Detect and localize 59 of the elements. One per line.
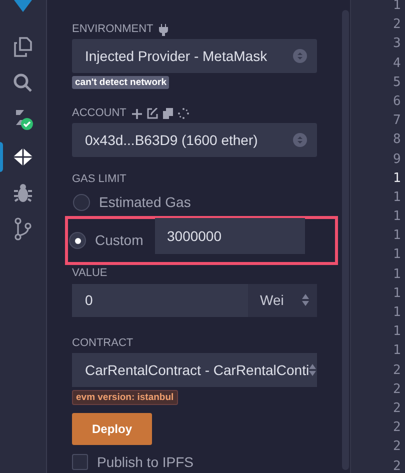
line-number: 2 [393, 420, 401, 436]
line-number: 2 [393, 362, 401, 378]
bug-icon[interactable] [12, 182, 34, 204]
dropdown[interactable]: Injected Provider - MetaMask [72, 39, 317, 73]
line-number: 3 [393, 36, 401, 52]
dropdown-caret-icon [293, 49, 307, 64]
dropdown[interactable]: 0x43d...B63D9 (1600 ether) [72, 123, 317, 157]
line-number: 1 [393, 305, 401, 320]
plug-icon [159, 24, 168, 36]
checkbox-label: Publish to IPFS [97, 452, 194, 472]
field-label: ENVIRONMENT [72, 24, 154, 36]
line-number: 2 [393, 458, 401, 473]
deploy-icon[interactable] [12, 147, 34, 167]
line-number: 2 [393, 439, 401, 454]
line-number: 2 [393, 382, 401, 397]
dropdown[interactable]: CarRentalContract - CarRentalConti [72, 353, 317, 387]
field-label: GAS LIMIT [72, 174, 126, 185]
sort-caret-icon [309, 364, 316, 376]
value-input[interactable]: 0 [72, 284, 248, 318]
line-number: 1 [393, 190, 401, 205]
line-number: 2 [393, 17, 401, 32]
line-number: 1 [393, 170, 401, 186]
radio-button[interactable] [69, 232, 86, 250]
radio-button[interactable] [73, 194, 90, 212]
diamond-logo-icon[interactable] [12, 0, 34, 14]
radio-label: Custom [95, 231, 144, 250]
spinner-icon[interactable] [178, 108, 190, 120]
checkbox[interactable] [72, 454, 88, 470]
dropdown-caret-icon [293, 133, 307, 147]
edit-icon[interactable] [147, 108, 158, 120]
status-badge: evm version: istanbul [72, 390, 178, 405]
sort-caret-icon [302, 294, 309, 306]
field-label: VALUE [72, 268, 108, 280]
unit-dropdown[interactable]: Wei [248, 284, 317, 318]
line-number: 1 [393, 266, 401, 282]
field-label: ACCOUNT [72, 108, 126, 120]
line-number: 5 [393, 74, 401, 90]
line-number: 7 [393, 113, 401, 128]
branch-icon[interactable] [12, 217, 34, 241]
line-number: 1 [393, 209, 401, 224]
line-number: 9 [393, 152, 401, 166]
gas-limit-input[interactable]: 3000000 [155, 218, 305, 254]
radio-label: Estimated Gas [99, 193, 191, 212]
line-number: 6 [393, 94, 401, 109]
line-number: 4 [393, 56, 401, 71]
field-label: CONTRACT [72, 338, 134, 350]
line-number: 2 [393, 400, 401, 416]
line-number: 1 [393, 247, 401, 262]
search-icon[interactable] [12, 72, 34, 94]
line-number: 1 [393, 286, 401, 301]
plus-icon[interactable] [132, 108, 142, 119]
line-number: 8 [393, 132, 401, 148]
line-number: 1 [393, 324, 401, 340]
status-badge: can't detect network [72, 76, 170, 89]
line-number: 1 [393, 228, 401, 244]
line-number: 1 [393, 343, 401, 358]
files-icon[interactable] [12, 36, 34, 58]
copy-icon[interactable] [163, 108, 174, 120]
active-indicator [0, 142, 3, 172]
